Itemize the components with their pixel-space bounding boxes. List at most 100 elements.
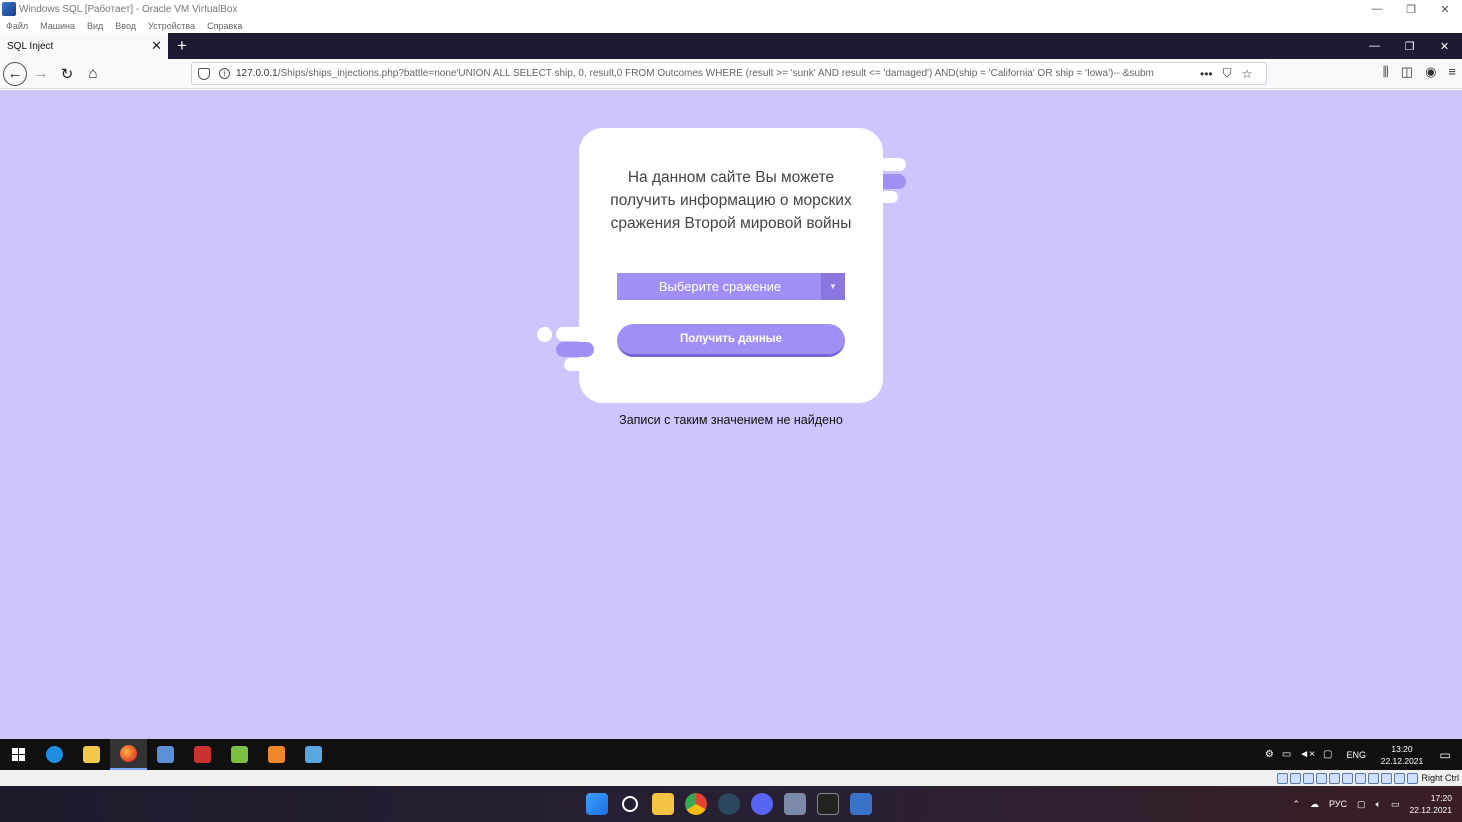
app-blue-icon[interactable] <box>295 739 332 770</box>
account-icon[interactable]: ◉ <box>1425 64 1436 80</box>
file-explorer-icon[interactable] <box>73 739 110 770</box>
chevron-up-icon[interactable]: ⌃ <box>1292 799 1300 810</box>
menu-devices[interactable]: Устройства <box>148 21 195 31</box>
host-time: 17:20 <box>1430 793 1452 803</box>
url-text[interactable]: 127.0.0.1/Ships/ships_injections.php?bat… <box>236 68 1196 79</box>
restore-icon[interactable]: ❐ <box>1392 33 1427 59</box>
host-clock[interactable]: 17:20 22.12.2021 <box>1409 792 1452 816</box>
decor-pill <box>880 158 906 171</box>
tab-sql-inject[interactable]: SQL Inject ✕ <box>0 33 168 59</box>
site-info-icon[interactable]: i <box>219 68 230 79</box>
notification-icon[interactable]: ▭ <box>1428 748 1462 762</box>
pocket-icon[interactable]: ⛉ <box>1223 66 1232 81</box>
close-tab-icon[interactable]: ✕ <box>151 38 162 54</box>
forward-arrow-icon[interactable]: → <box>29 62 53 86</box>
url-path: /Ships/ships_injections.php?battle=none'… <box>277 68 1154 79</box>
virtualbox-icon <box>2 2 16 16</box>
search-icon[interactable] <box>622 796 638 812</box>
page-actions-icon[interactable]: ••• <box>1200 67 1213 81</box>
tracking-shield-icon[interactable] <box>198 67 210 80</box>
firefox-icon[interactable] <box>110 739 147 770</box>
windows-start-icon[interactable] <box>0 748 36 761</box>
audio-status-icon[interactable] <box>1303 772 1315 784</box>
guest-time: 13:20 <box>1391 743 1413 754</box>
notepadpp-icon[interactable] <box>221 739 258 770</box>
info-card: На данном сайте Вы можете получить инфор… <box>579 128 883 403</box>
language-indicator[interactable]: ENG <box>1346 750 1366 760</box>
shared-folder-status-icon[interactable] <box>1342 772 1354 784</box>
ssms-icon[interactable] <box>147 739 184 770</box>
page-background: На данном сайте Вы можете получить инфор… <box>0 90 1462 739</box>
menu-file[interactable]: Файл <box>6 21 28 31</box>
menu-input[interactable]: Ввод <box>115 21 136 31</box>
back-arrow-icon[interactable]: ← <box>3 61 27 86</box>
usb-status-icon[interactable] <box>1329 772 1341 784</box>
menu-hamburger-icon[interactable]: ≡ <box>1448 64 1456 80</box>
file-explorer-icon[interactable] <box>652 793 674 815</box>
app-red-icon[interactable] <box>184 739 221 770</box>
library-icon[interactable]: ⫼ <box>1383 64 1389 80</box>
dropdown-arrow-icon[interactable]: ▼ <box>821 273 845 300</box>
network-icon[interactable]: ▢ <box>1357 799 1366 810</box>
discord-icon[interactable] <box>751 793 773 815</box>
network-status-icon[interactable] <box>1316 772 1328 784</box>
result-message: Записи с таким значением не найдено <box>619 413 843 427</box>
battery-icon[interactable]: ▭ <box>1282 749 1291 760</box>
onedrive-icon[interactable]: ☁ <box>1310 799 1319 810</box>
network-icon[interactable]: ▢ <box>1323 749 1332 760</box>
browser-tab-strip: SQL Inject ✕ + — ❐ ✕ <box>0 33 1462 59</box>
bookmark-star-icon[interactable]: ☆ <box>1242 67 1253 81</box>
battle-select[interactable]: Выберите сражение ▼ <box>617 273 845 300</box>
vt-status-icon[interactable] <box>1381 772 1393 784</box>
vbox-status-bar: Right Ctrl <box>0 770 1462 786</box>
guest-taskbar: ⚙ ▭ ◄× ▢ ENG 13:20 22.12.2021 ▭ <box>0 739 1462 770</box>
menu-machine[interactable]: Машина <box>40 21 75 31</box>
tray-app-icon[interactable]: ⚙ <box>1265 749 1274 760</box>
home-icon[interactable]: ⌂ <box>81 62 105 86</box>
decor-pill <box>556 342 594 357</box>
new-tab-icon[interactable]: + <box>168 33 196 59</box>
vbox-title-bar: Windows SQL [Работает] - Oracle VM Virtu… <box>0 0 1462 18</box>
steam-icon[interactable] <box>718 793 740 815</box>
close-icon[interactable]: ✕ <box>1428 3 1462 16</box>
epic-games-icon[interactable] <box>817 793 839 815</box>
sidebar-icon[interactable]: ◫ <box>1401 64 1413 80</box>
sublime-icon[interactable] <box>258 739 295 770</box>
capture-status-icon[interactable] <box>1368 772 1380 784</box>
virtualbox-cube-icon[interactable] <box>784 793 806 815</box>
guest-clock[interactable]: 13:20 22.12.2021 <box>1376 743 1428 767</box>
windows11-start-icon[interactable] <box>586 793 608 815</box>
address-bar[interactable]: i 127.0.0.1/Ships/ships_injections.php?b… <box>191 62 1267 85</box>
virtualbox-vm-icon[interactable] <box>850 793 872 815</box>
host-date: 22.12.2021 <box>1409 805 1452 815</box>
vbox-menu-bar: Файл Машина Вид Ввод Устройства Справка <box>0 18 1462 33</box>
battery-icon[interactable]: ▭ <box>1391 799 1400 810</box>
volume-icon[interactable]: 🔈︎ <box>1376 799 1381 810</box>
restore-icon[interactable]: ❐ <box>1394 3 1428 16</box>
hdd-status-icon[interactable] <box>1277 772 1289 784</box>
close-icon[interactable]: ✕ <box>1427 33 1462 59</box>
keyboard-status-icon[interactable] <box>1407 772 1419 784</box>
decor-dot <box>537 327 552 342</box>
vbox-window-title: Windows SQL [Работает] - Oracle VM Virtu… <box>19 3 238 15</box>
guest-date: 22.12.2021 <box>1380 755 1424 766</box>
menu-view[interactable]: Вид <box>87 21 103 31</box>
select-value: Выберите сражение <box>658 279 782 294</box>
host-language-indicator[interactable]: РУС <box>1329 799 1347 809</box>
minimize-icon[interactable]: — <box>1360 3 1394 16</box>
internet-explorer-icon[interactable] <box>36 739 73 770</box>
optical-status-icon[interactable] <box>1290 772 1302 784</box>
mouse-status-icon[interactable] <box>1394 772 1406 784</box>
display-status-icon[interactable] <box>1355 772 1367 784</box>
get-data-button[interactable]: Получить данные <box>617 324 845 357</box>
host-taskbar: ⌃ ☁ РУС ▢ 🔈︎ ▭ 17:20 22.12.2021 <box>0 786 1462 822</box>
menu-help[interactable]: Справка <box>207 21 242 31</box>
minimize-icon[interactable]: — <box>1357 33 1392 59</box>
volume-muted-icon[interactable]: ◄× <box>1299 749 1315 760</box>
url-host: 127.0.0.1 <box>236 68 278 79</box>
chrome-icon[interactable] <box>685 793 707 815</box>
decor-pill <box>564 358 584 371</box>
decor-pill <box>556 327 586 341</box>
browser-toolbar: ← → ↻ ⌂ i 127.0.0.1/Ships/ships_injectio… <box>0 59 1462 89</box>
reload-icon[interactable]: ↻ <box>55 62 79 86</box>
